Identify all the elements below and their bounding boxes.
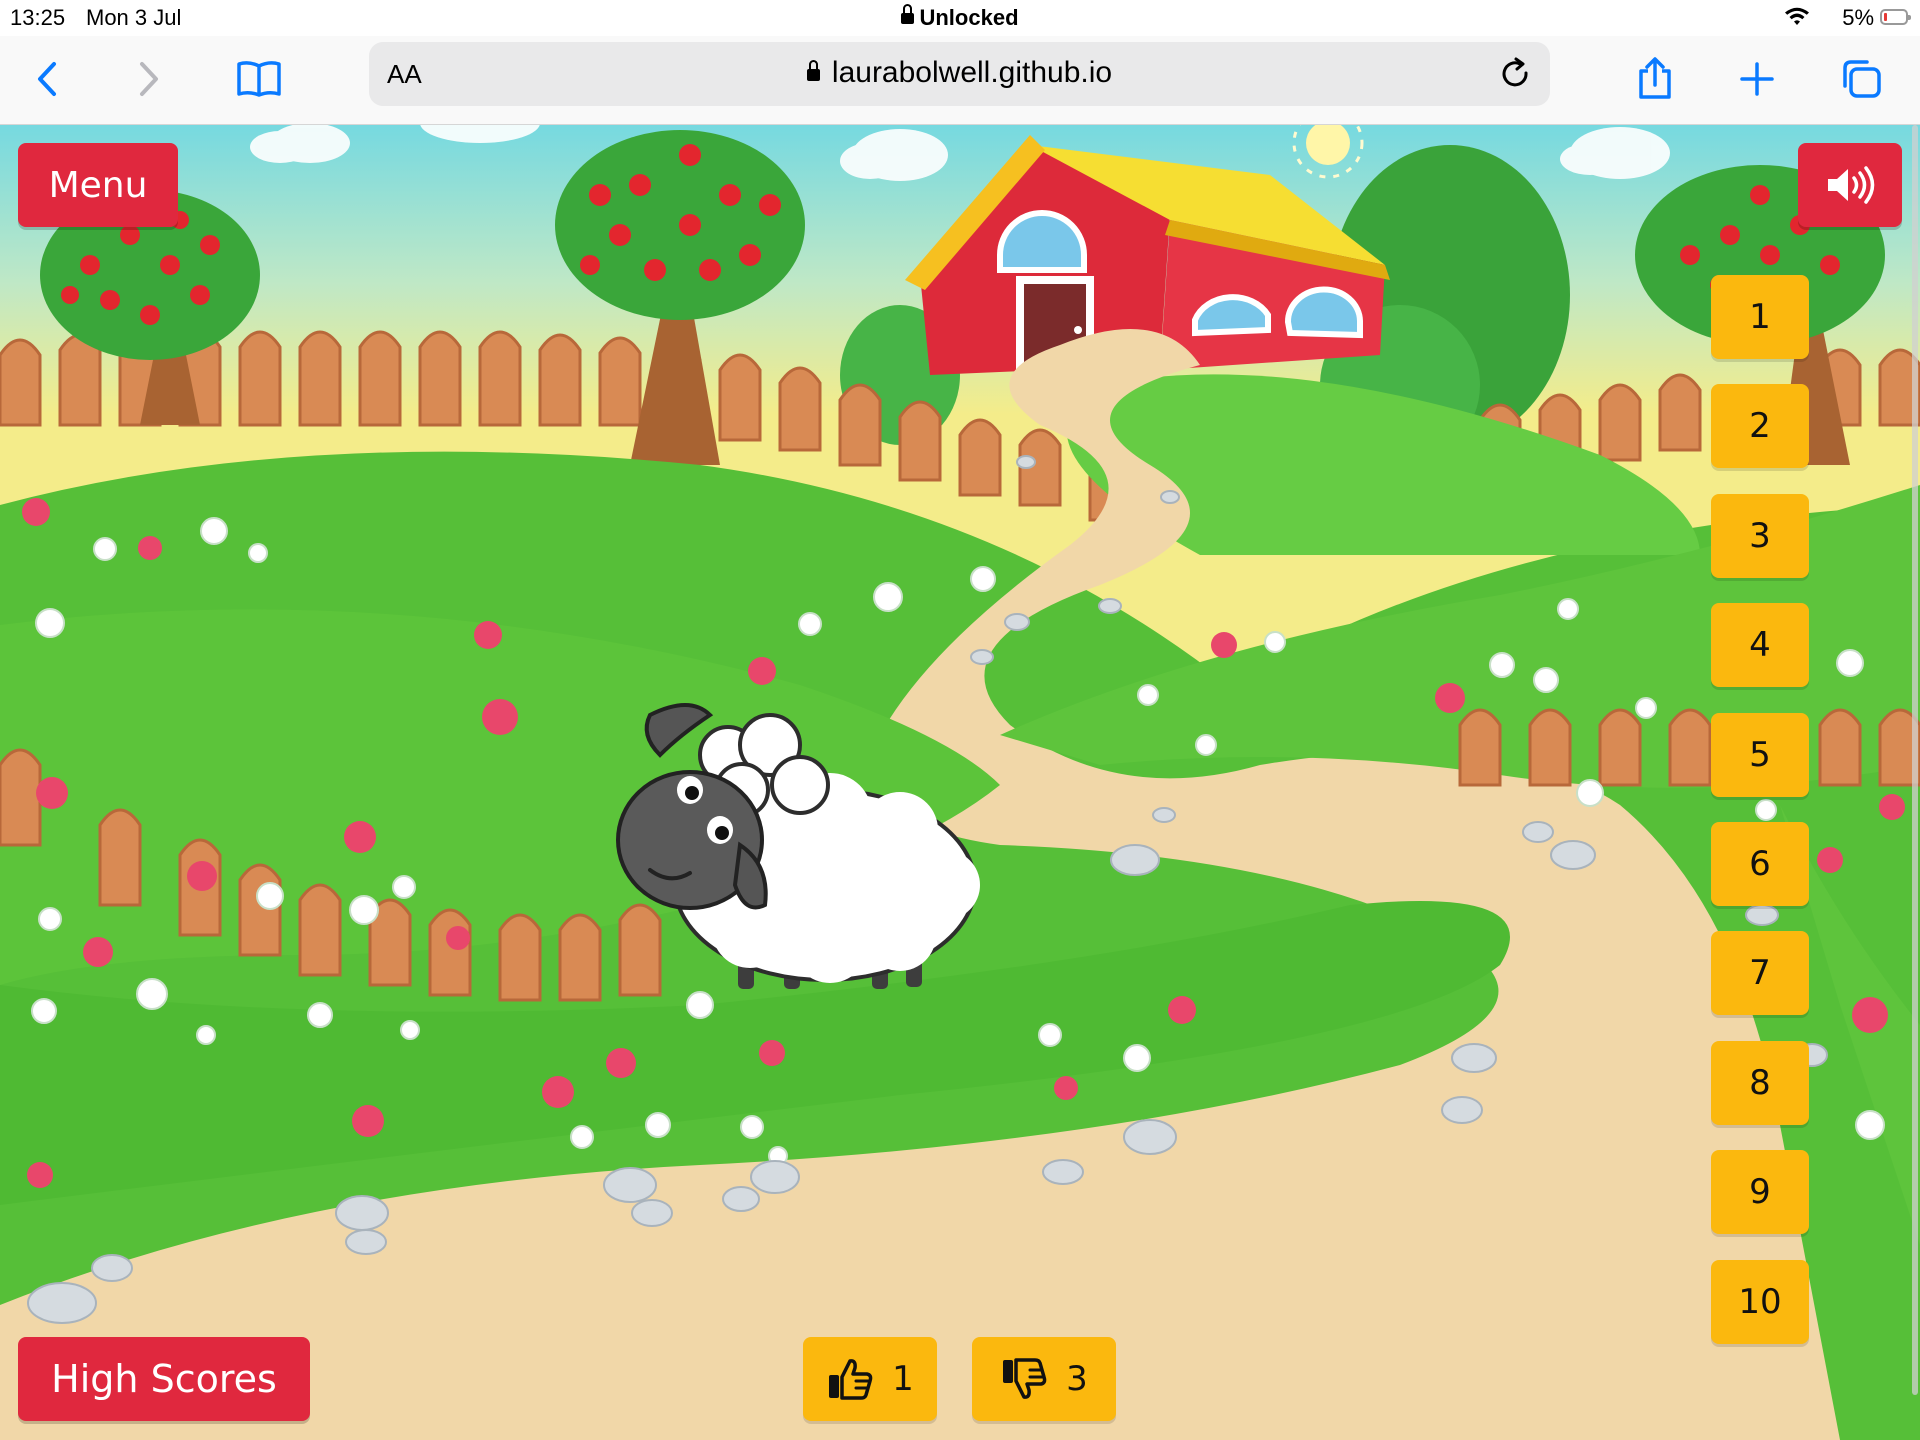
bookmarks-button[interactable] <box>232 54 286 104</box>
browser-toolbar: AA laurabolwell.github.io <box>0 36 1920 125</box>
scrollbar[interactable] <box>1912 125 1918 1395</box>
battery-percent: 5% <box>1842 5 1874 30</box>
level-6-button[interactable]: 6 <box>1711 822 1809 906</box>
padlock-icon <box>806 60 820 81</box>
level-7-button[interactable]: 7 <box>1711 931 1809 1015</box>
sun <box>1292 125 1364 179</box>
level-5-button[interactable]: 5 <box>1711 713 1809 797</box>
url-display[interactable]: laurabolwell.github.io <box>369 56 1550 90</box>
high-scores-button[interactable]: High Scores <box>18 1337 310 1421</box>
tabs-icon <box>1843 60 1881 98</box>
lock-icon <box>901 4 915 24</box>
back-button[interactable] <box>20 54 74 104</box>
level-8-button[interactable]: 8 <box>1711 1041 1809 1125</box>
thumbs-down-icon <box>1003 1358 1047 1399</box>
farm-scene <box>0 125 1920 1440</box>
thumbs-up-icon <box>829 1359 873 1400</box>
thumbs-down-count: 3 <box>1066 1359 1088 1399</box>
lock-status: Unlocked <box>0 4 1920 31</box>
wifi-icon <box>1785 7 1809 25</box>
forward-button[interactable] <box>122 54 176 104</box>
level-10-button[interactable]: 10 <box>1711 1260 1809 1344</box>
apple-tree-center <box>555 130 805 465</box>
status-bar: 13:25 Mon 3 Jul Unlocked 5% <box>0 0 1920 36</box>
reload-icon[interactable] <box>1498 56 1534 92</box>
share-icon <box>1639 57 1671 99</box>
sound-button[interactable] <box>1798 143 1902 227</box>
menu-button[interactable]: Menu <box>18 143 178 227</box>
tabs-button[interactable] <box>1834 54 1888 104</box>
game-area: Menu 1 2 3 4 5 6 7 8 9 10 High Scores 1 … <box>0 125 1920 1440</box>
bookmarks-icon <box>237 61 281 97</box>
back-icon <box>38 62 56 96</box>
thumbs-down-counter[interactable]: 3 <box>972 1337 1116 1421</box>
thumbs-up-counter[interactable]: 1 <box>803 1337 937 1421</box>
speaker-icon <box>1828 166 1875 204</box>
new-tab-button[interactable] <box>1730 54 1784 104</box>
level-4-button[interactable]: 4 <box>1711 603 1809 687</box>
address-bar[interactable]: AA laurabolwell.github.io <box>369 42 1550 106</box>
lock-status-label: Unlocked <box>919 5 1019 30</box>
level-3-button[interactable]: 3 <box>1711 494 1809 578</box>
level-2-button[interactable]: 2 <box>1711 384 1809 468</box>
level-9-button[interactable]: 9 <box>1711 1150 1809 1234</box>
share-button[interactable] <box>1628 54 1682 104</box>
url-text: laurabolwell.github.io <box>831 56 1113 89</box>
forward-icon <box>140 62 158 96</box>
level-1-button[interactable]: 1 <box>1711 275 1809 359</box>
new-tab-icon <box>1740 62 1774 96</box>
battery-icon <box>1880 9 1911 25</box>
thumbs-up-count: 1 <box>892 1359 914 1399</box>
